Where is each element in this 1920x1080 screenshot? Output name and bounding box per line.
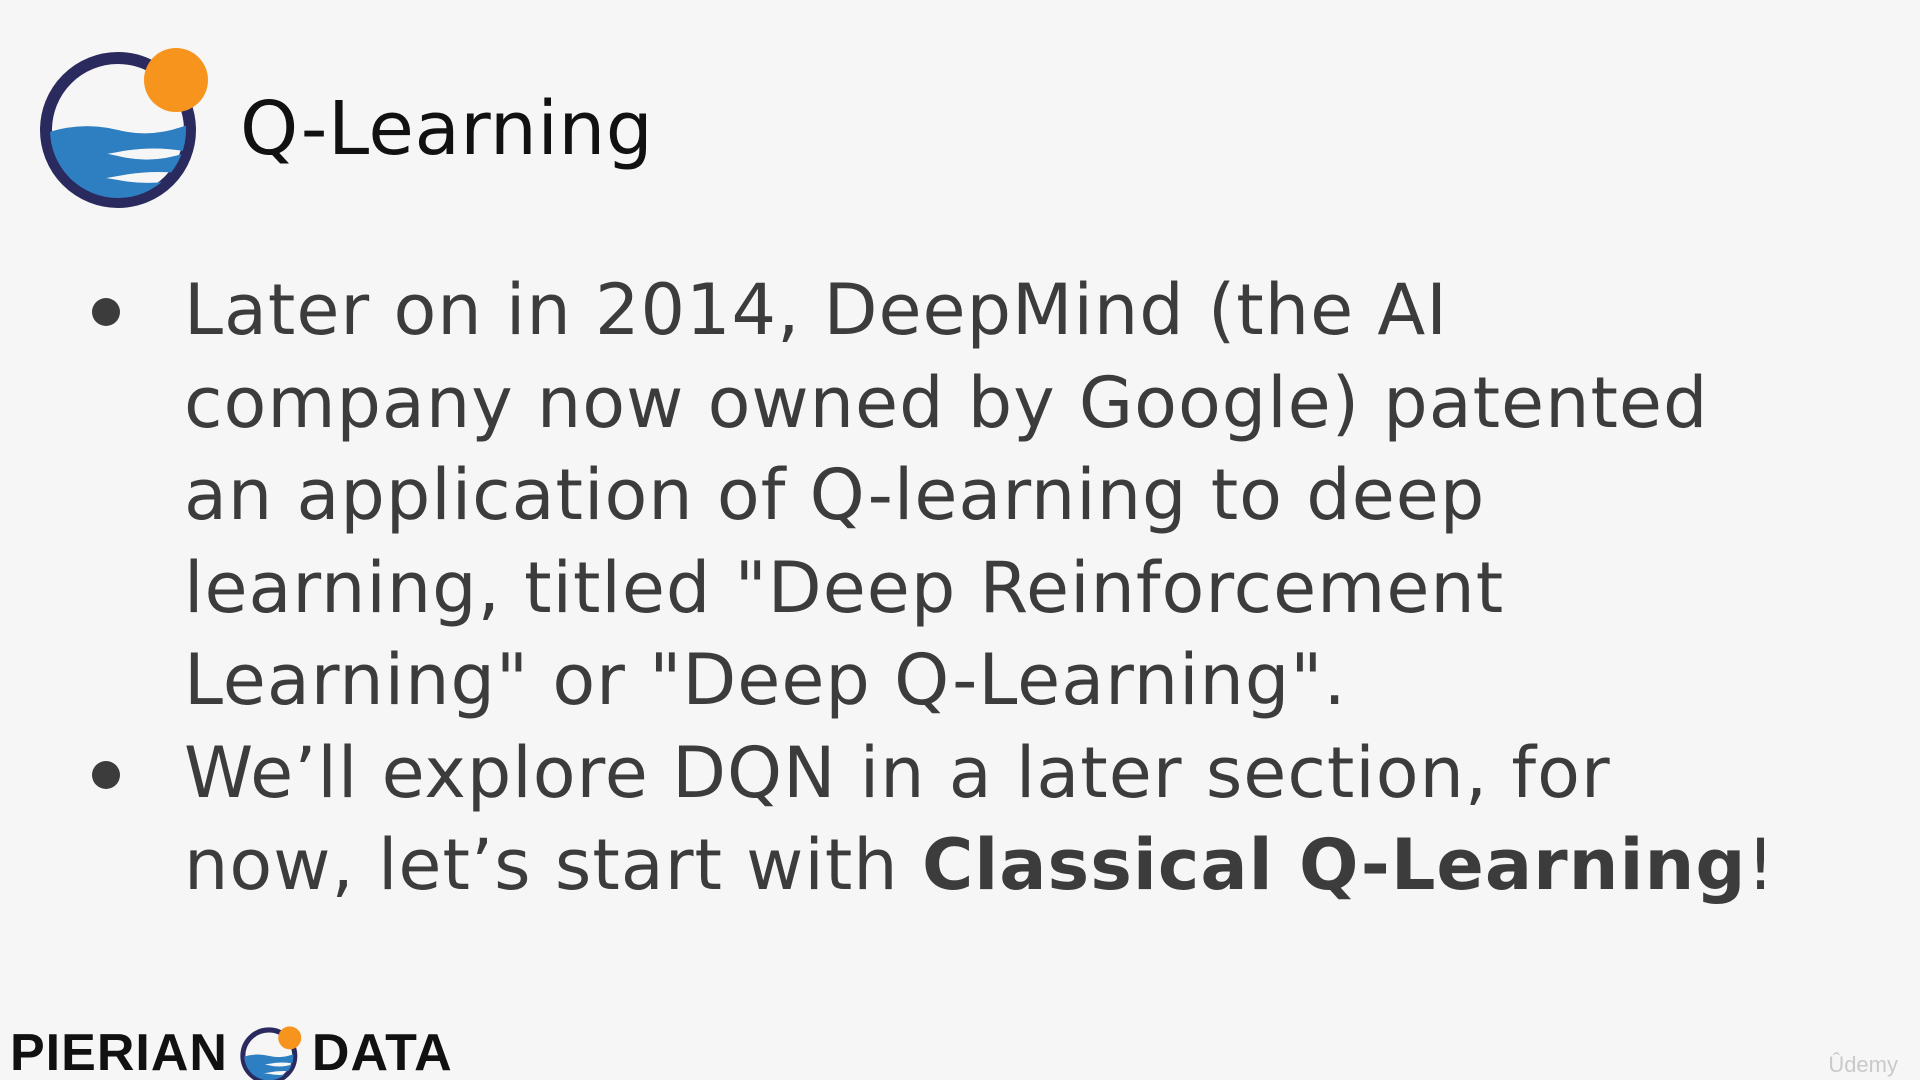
- bullet-line: an application of Q-learning to deep: [184, 454, 1486, 536]
- slide-title: Q-Learning: [240, 86, 654, 172]
- bullet-emphasis: Classical Q-Learning: [921, 824, 1747, 906]
- bullet-line: We’ll explore DQN in a later section, fo…: [184, 731, 1611, 814]
- bullet-item: We’ll explore DQN in a later section, fo…: [84, 727, 1884, 912]
- bullet-line: now, let’s start with Classical Q-Learni…: [184, 819, 1884, 912]
- bullet-text: !: [1746, 824, 1776, 906]
- bullet-line: company now owned by Google) patented: [184, 361, 1709, 444]
- bullet-line: Learning" or "Deep Q-Learning".: [184, 639, 1347, 721]
- slide: Q-Learning Later on in 2014, DeepMind (t…: [0, 0, 1920, 1080]
- footer-brand: PIERIAN DATA: [10, 1020, 453, 1080]
- footer-brand-left: PIERIAN: [10, 1024, 228, 1080]
- bullet-item: Later on in 2014, DeepMind (the AI compa…: [84, 264, 1884, 727]
- bullet-line: Later on in 2014, DeepMind (the AI: [184, 269, 1448, 351]
- pierian-data-logo-icon: [240, 1026, 302, 1080]
- watermark: Ûdemy: [1828, 1052, 1898, 1077]
- bullet-dot-icon: [92, 298, 120, 326]
- bullet-text: now, let’s start with: [184, 824, 922, 906]
- bullet-list: Later on in 2014, DeepMind (the AI compa…: [84, 264, 1884, 912]
- bullet-line: learning, titled "Deep Reinforcement: [184, 546, 1505, 629]
- bullet-dot-icon: [92, 760, 120, 789]
- pierian-data-logo-icon: [40, 48, 208, 208]
- footer-brand-right: DATA: [311, 1024, 453, 1080]
